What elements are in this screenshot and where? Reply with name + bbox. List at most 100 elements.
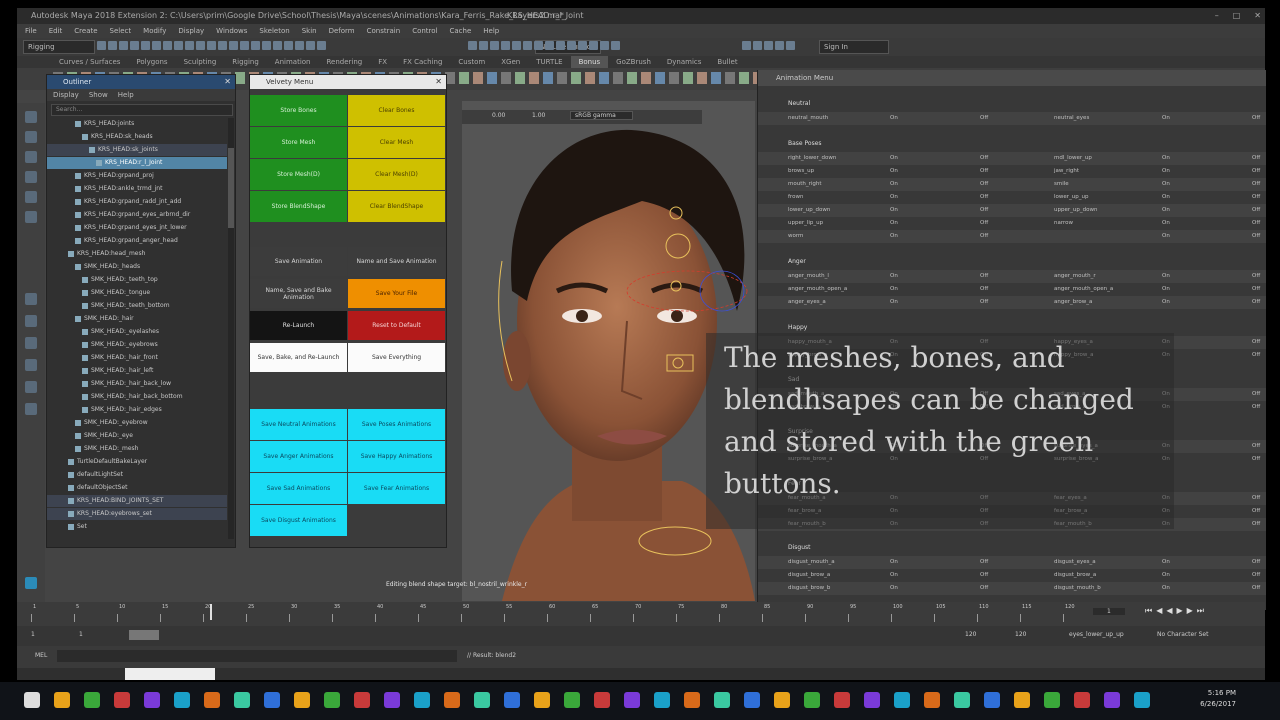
- velvety-button-save-neutral-animations[interactable]: Save Neutral Animations: [250, 409, 347, 440]
- outliner-menu-help[interactable]: Help: [118, 89, 134, 101]
- off-button[interactable]: Off: [980, 582, 988, 594]
- shelf-tab-fx[interactable]: FX: [370, 56, 395, 68]
- taskbar-app-icon[interactable]: [474, 692, 490, 708]
- menu-item-deform[interactable]: Deform: [329, 24, 355, 38]
- velvety-button-store-mesh-d[interactable]: Store Mesh(D): [250, 159, 347, 190]
- on-button[interactable]: On: [890, 217, 898, 229]
- toolbar-tool-icon[interactable]: [764, 41, 773, 50]
- range-total-field[interactable]: 120: [1015, 631, 1026, 638]
- scrollbar-thumb[interactable]: [228, 148, 234, 228]
- velvety-button-name-save-and-bake-animation[interactable]: Name, Save and Bake Animation: [250, 279, 347, 308]
- on-button[interactable]: On: [1162, 217, 1170, 229]
- taskbar-app-icon[interactable]: [414, 692, 430, 708]
- shelf-tool-icon[interactable]: [557, 72, 567, 84]
- velvety-button-save-bake-and-re-launch[interactable]: Save, Bake, and Re-Launch: [250, 343, 347, 372]
- menu-item-skin[interactable]: Skin: [302, 24, 317, 38]
- toolbar-tool-icon[interactable]: [545, 41, 554, 50]
- taskbar-app-icon[interactable]: [564, 692, 580, 708]
- toolbar-tool-icon[interactable]: [218, 41, 227, 50]
- off-button[interactable]: Off: [980, 230, 988, 242]
- taskbar-app-icon[interactable]: [1104, 692, 1120, 708]
- menu-item-modify[interactable]: Modify: [143, 24, 166, 38]
- toolbar-tool-icon[interactable]: [185, 41, 194, 50]
- far-clip-field[interactable]: 1.00: [532, 112, 545, 119]
- range-slider[interactable]: 1 1 120 120 eyes_lower_up_up No Characte…: [17, 626, 1265, 646]
- menu-item-create[interactable]: Create: [74, 24, 97, 38]
- toolbar-tool-icon[interactable]: [240, 41, 249, 50]
- off-button[interactable]: Off: [1252, 191, 1260, 203]
- velvety-button-save-everything[interactable]: Save Everything: [348, 343, 445, 372]
- toolbar-tool-icon[interactable]: [775, 41, 784, 50]
- off-button[interactable]: Off: [980, 178, 988, 190]
- menu-set-dropdown[interactable]: Rigging: [23, 40, 95, 54]
- outliner-item[interactable]: SMK_HEAD:_hair_front: [47, 352, 227, 364]
- layout-list-icon[interactable]: [25, 403, 37, 415]
- shelf-tool-icon[interactable]: [473, 72, 483, 84]
- playback-controls[interactable]: ⏮◀◀▶▶⏭: [1145, 606, 1208, 616]
- off-button[interactable]: Off: [1252, 283, 1260, 295]
- outliner-item[interactable]: KRS_HEAD:r_l_Joint: [47, 157, 227, 169]
- shelf-tab-polygons[interactable]: Polygons: [128, 56, 175, 68]
- toolbar-tool-icon[interactable]: [141, 41, 150, 50]
- toolbar-tool-icon[interactable]: [196, 41, 205, 50]
- outliner-menu-display[interactable]: Display: [53, 89, 79, 101]
- toolbar-tool-icon[interactable]: [753, 41, 762, 50]
- taskbar-app-icon[interactable]: [24, 692, 40, 708]
- on-button[interactable]: On: [890, 270, 898, 282]
- outliner-scrollbar[interactable]: [228, 118, 234, 539]
- outliner-item[interactable]: TurtleDefaultBakeLayer: [47, 456, 227, 468]
- off-button[interactable]: Off: [1252, 152, 1260, 164]
- off-button[interactable]: Off: [1252, 296, 1260, 308]
- on-button[interactable]: On: [1162, 582, 1170, 594]
- toolbar-tool-icon[interactable]: [512, 41, 521, 50]
- outliner-item[interactable]: SMK_HEAD:_eyelashes: [47, 326, 227, 338]
- character-set-field[interactable]: No Character Set: [1157, 631, 1208, 638]
- shelf-tool-icon[interactable]: [487, 72, 497, 84]
- taskbar-app-icon[interactable]: [594, 692, 610, 708]
- outliner-item[interactable]: SMK_HEAD:_hair_edges: [47, 404, 227, 416]
- on-button[interactable]: On: [890, 556, 898, 568]
- shelf-tool-icon[interactable]: [543, 72, 553, 84]
- velvety-button-save-disgust-animations[interactable]: Save Disgust Animations: [250, 505, 347, 536]
- paint-tool-icon[interactable]: [25, 151, 37, 163]
- toolbar-tool-icon[interactable]: [589, 41, 598, 50]
- menu-item-control[interactable]: Control: [412, 24, 437, 38]
- toolbar-tool-icon[interactable]: [490, 41, 499, 50]
- velvety-button-save-animation[interactable]: Save Animation: [250, 247, 347, 276]
- on-button[interactable]: On: [890, 204, 898, 216]
- off-button[interactable]: Off: [980, 283, 988, 295]
- velvety-button-clear-bones[interactable]: Clear Bones: [348, 95, 445, 126]
- toolbar-tool-icon[interactable]: [273, 41, 282, 50]
- toolbar-tool-icon[interactable]: [97, 41, 106, 50]
- shelf-tool-icon[interactable]: [529, 72, 539, 84]
- menu-item-constrain[interactable]: Constrain: [367, 24, 401, 38]
- off-button[interactable]: Off: [1252, 569, 1260, 581]
- outliner-item[interactable]: KRS_HEAD:grpand_eyes_jnt_lower: [47, 222, 227, 234]
- velvety-button-store-mesh[interactable]: Store Mesh: [250, 127, 347, 158]
- taskbar-app-icon[interactable]: [684, 692, 700, 708]
- shelf-tab-sculpting[interactable]: Sculpting: [176, 56, 225, 68]
- menu-item-edit[interactable]: Edit: [49, 24, 63, 38]
- taskbar-app-icon[interactable]: [384, 692, 400, 708]
- off-button[interactable]: Off: [1252, 230, 1260, 242]
- off-button[interactable]: Off: [980, 165, 988, 177]
- taskbar-app-icon[interactable]: [54, 692, 70, 708]
- toolbar-tool-icon[interactable]: [295, 41, 304, 50]
- toolbar-tool-icon[interactable]: [317, 41, 326, 50]
- shelf-tab-rendering[interactable]: Rendering: [318, 56, 370, 68]
- outliner-item[interactable]: KRS_HEAD:head_mesh: [47, 248, 227, 260]
- velvety-button-save-anger-animations[interactable]: Save Anger Animations: [250, 441, 347, 472]
- outliner-item[interactable]: defaultLightSet: [47, 469, 227, 481]
- on-button[interactable]: On: [890, 152, 898, 164]
- off-button[interactable]: Off: [1252, 178, 1260, 190]
- outliner-item[interactable]: KRS_HEAD:grpand_proj: [47, 170, 227, 182]
- maximize-icon[interactable]: □: [1233, 8, 1241, 24]
- outliner-item[interactable]: KRS_HEAD:ankle_trmd_jnt: [47, 183, 227, 195]
- minimized-window-tab[interactable]: [125, 668, 215, 680]
- toolbar-tool-icon[interactable]: [251, 41, 260, 50]
- velvety-button-store-bones[interactable]: Store Bones: [250, 95, 347, 126]
- off-button[interactable]: Off: [1252, 505, 1260, 517]
- sign-in-button[interactable]: Sign In: [819, 40, 889, 54]
- select-tool-icon[interactable]: [25, 111, 37, 123]
- taskbar-app-icon[interactable]: [654, 692, 670, 708]
